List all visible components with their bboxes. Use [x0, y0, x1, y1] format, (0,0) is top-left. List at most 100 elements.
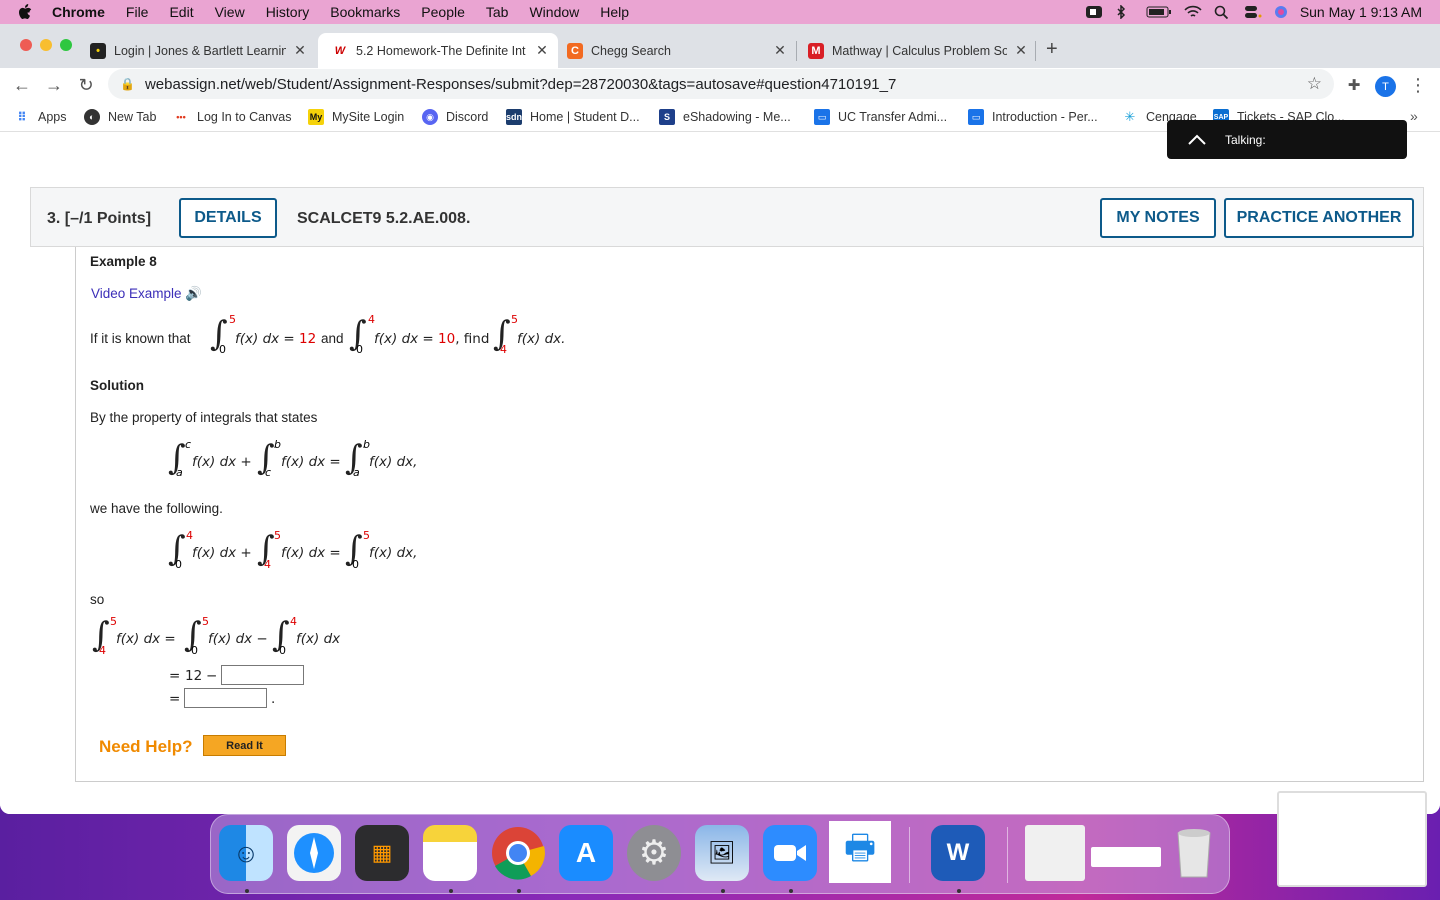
bookmark-apps[interactable]: ⠿ Apps [14, 109, 66, 125]
integrand: f(x) dx = 12 [235, 331, 317, 347]
tab-chegg-search[interactable]: C Chegg Search ✕ [553, 33, 796, 68]
integrand: f(x) dx + [192, 454, 252, 470]
video-example-link[interactable]: Video Example 🔊 [91, 286, 202, 302]
calculator-icon[interactable]: ▦ [355, 825, 409, 881]
address-bar[interactable]: 🔒 webassign.net/web/Student/Assignment-R… [108, 69, 1334, 99]
notes-icon[interactable] [423, 825, 477, 881]
menu-bookmarks[interactable]: Bookmarks [330, 4, 400, 20]
spotlight-search-icon[interactable] [1214, 5, 1232, 20]
close-tab-icon[interactable]: ✕ [1013, 42, 1029, 59]
tab-webassign-homework[interactable]: W 5.2 Homework-The Definite Int ✕ [318, 33, 558, 68]
bookmark-canvas[interactable]: ••• Log In to Canvas [173, 109, 291, 125]
menu-file[interactable]: File [126, 4, 149, 20]
menu-people[interactable]: People [421, 4, 465, 20]
tab-mathway[interactable]: M Mathway | Calculus Problem So ✕ [794, 33, 1037, 68]
tab-jones-bartlett[interactable]: • Login | Jones & Bartlett Learnin ✕ [76, 33, 316, 68]
bookmark-uc-transfer[interactable]: ▭ UC Transfer Admi... [814, 109, 947, 125]
bookmarks-overflow-icon[interactable]: » [1410, 108, 1418, 124]
close-tab-icon[interactable]: ✕ [292, 42, 308, 59]
upper-limit: 5 [229, 313, 236, 326]
minimize-window-button[interactable] [40, 39, 52, 51]
macos-menu-bar: Chrome File Edit View History Bookmarks … [0, 0, 1440, 24]
lower-limit: 4 [99, 644, 106, 657]
upper-limit: 5 [363, 529, 370, 542]
app-store-icon[interactable]: A [559, 825, 613, 881]
battery-icon[interactable] [1146, 5, 1172, 19]
integrand: f(x) dx, [369, 454, 418, 470]
lock-icon[interactable]: 🔒 [120, 77, 135, 91]
finder-icon[interactable]: ☺ [219, 825, 273, 881]
bluetooth-icon[interactable] [1116, 4, 1134, 20]
minimized-window-thumbnail[interactable] [1091, 847, 1161, 867]
mysite-icon: My [308, 109, 324, 125]
menu-view[interactable]: View [215, 4, 245, 20]
bookmark-introduction[interactable]: ▭ Introduction - Per... [968, 109, 1098, 125]
camera-status-icon[interactable] [1085, 5, 1104, 19]
trash-icon[interactable] [1167, 825, 1221, 881]
minimized-window-thumbnail[interactable] [1025, 825, 1085, 881]
printer-queue-icon[interactable]: 🖶 [829, 821, 891, 883]
question-number-points: 3. [–/1 Points] [47, 210, 152, 227]
menu-history[interactable]: History [266, 4, 310, 20]
lower-limit: 4 [500, 343, 507, 356]
integrand: f(x) dx [296, 631, 341, 647]
siri-icon[interactable] [1274, 5, 1288, 19]
system-preferences-icon[interactable]: ⚙ [627, 825, 681, 881]
more-menu-icon[interactable]: ⋮ [1406, 73, 1430, 97]
control-center-icon[interactable] [1244, 5, 1262, 19]
menu-window[interactable]: Window [529, 4, 579, 20]
menu-tab[interactable]: Tab [486, 4, 509, 20]
bookmark-student-home[interactable]: sdn Home | Student D... [506, 109, 640, 125]
close-tab-icon[interactable]: ✕ [534, 42, 550, 59]
zoom-app-icon[interactable] [763, 825, 817, 881]
microsoft-word-icon[interactable]: W [931, 825, 985, 881]
menu-app-name[interactable]: Chrome [52, 4, 105, 20]
bookmark-mysite[interactable]: My MySite Login [308, 109, 404, 125]
reload-icon[interactable]: ↻ [74, 73, 98, 97]
bookmark-eshadowing[interactable]: SeShadowing - Me... [659, 109, 791, 125]
bookmark-discord[interactable]: ◉ Discord [422, 109, 488, 125]
read-it-button[interactable]: Read It [203, 735, 286, 756]
back-arrow-icon[interactable]: ← [10, 73, 34, 97]
preview-icon[interactable]: 🖼 [695, 825, 749, 881]
browser-toolbar: ← → ↻ 🔒 webassign.net/web/Student/Assign… [0, 68, 1440, 102]
canvas-icon: ••• [176, 112, 186, 122]
tab-title: Chegg Search [591, 43, 671, 58]
practice-another-button[interactable]: PRACTICE ANOTHER [1224, 198, 1414, 238]
lower-limit: 0 [352, 558, 359, 571]
lower-limit: a [353, 466, 360, 479]
integrand: f(x) dx = 10, find [374, 331, 490, 347]
chrome-icon[interactable] [491, 825, 545, 881]
my-notes-button[interactable]: MY NOTES [1100, 198, 1216, 238]
jones-bartlett-favicon: • [90, 42, 106, 59]
forward-arrow-icon[interactable]: → [42, 73, 66, 97]
screenshot-preview-thumbnail[interactable] [1277, 791, 1427, 887]
safari-icon[interactable] [287, 825, 341, 881]
answer-input-1[interactable] [221, 665, 304, 685]
menu-edit[interactable]: Edit [169, 4, 193, 20]
tab-title: 5.2 Homework-The Definite Int [356, 43, 526, 58]
property-text: By the property of integrals that states [90, 410, 318, 425]
wifi-icon[interactable] [1184, 5, 1202, 19]
answer-input-2[interactable] [184, 688, 267, 708]
bookmark-label: MySite Login [332, 110, 405, 124]
profile-avatar[interactable]: T [1375, 76, 1396, 97]
details-button[interactable]: DETAILS [179, 198, 277, 238]
minus-sign: − [206, 668, 218, 684]
integrand: f(x) dx = [116, 631, 176, 647]
close-tab-icon[interactable]: ✕ [772, 42, 788, 59]
value-twelve: 12 [185, 668, 203, 684]
menu-clock[interactable]: Sun May 1 9:13 AM [1300, 4, 1422, 20]
bookmark-new-tab[interactable]: ◐ New Tab [84, 109, 156, 125]
upper-limit: 4 [290, 615, 297, 628]
bookmark-star-icon[interactable]: ☆ [1307, 74, 1322, 94]
menu-help[interactable]: Help [600, 4, 629, 20]
close-window-button[interactable] [20, 39, 32, 51]
new-tab-plus-icon[interactable]: + [1046, 38, 1058, 61]
talking-popup[interactable]: Talking: [1167, 120, 1407, 159]
extensions-puzzle-icon[interactable]: ✚ [1342, 73, 1366, 97]
chevron-up-icon[interactable] [1187, 133, 1207, 147]
bookmark-label: eShadowing - Me... [683, 110, 791, 124]
apple-icon[interactable] [18, 4, 34, 20]
zoom-window-button[interactable] [60, 39, 72, 51]
